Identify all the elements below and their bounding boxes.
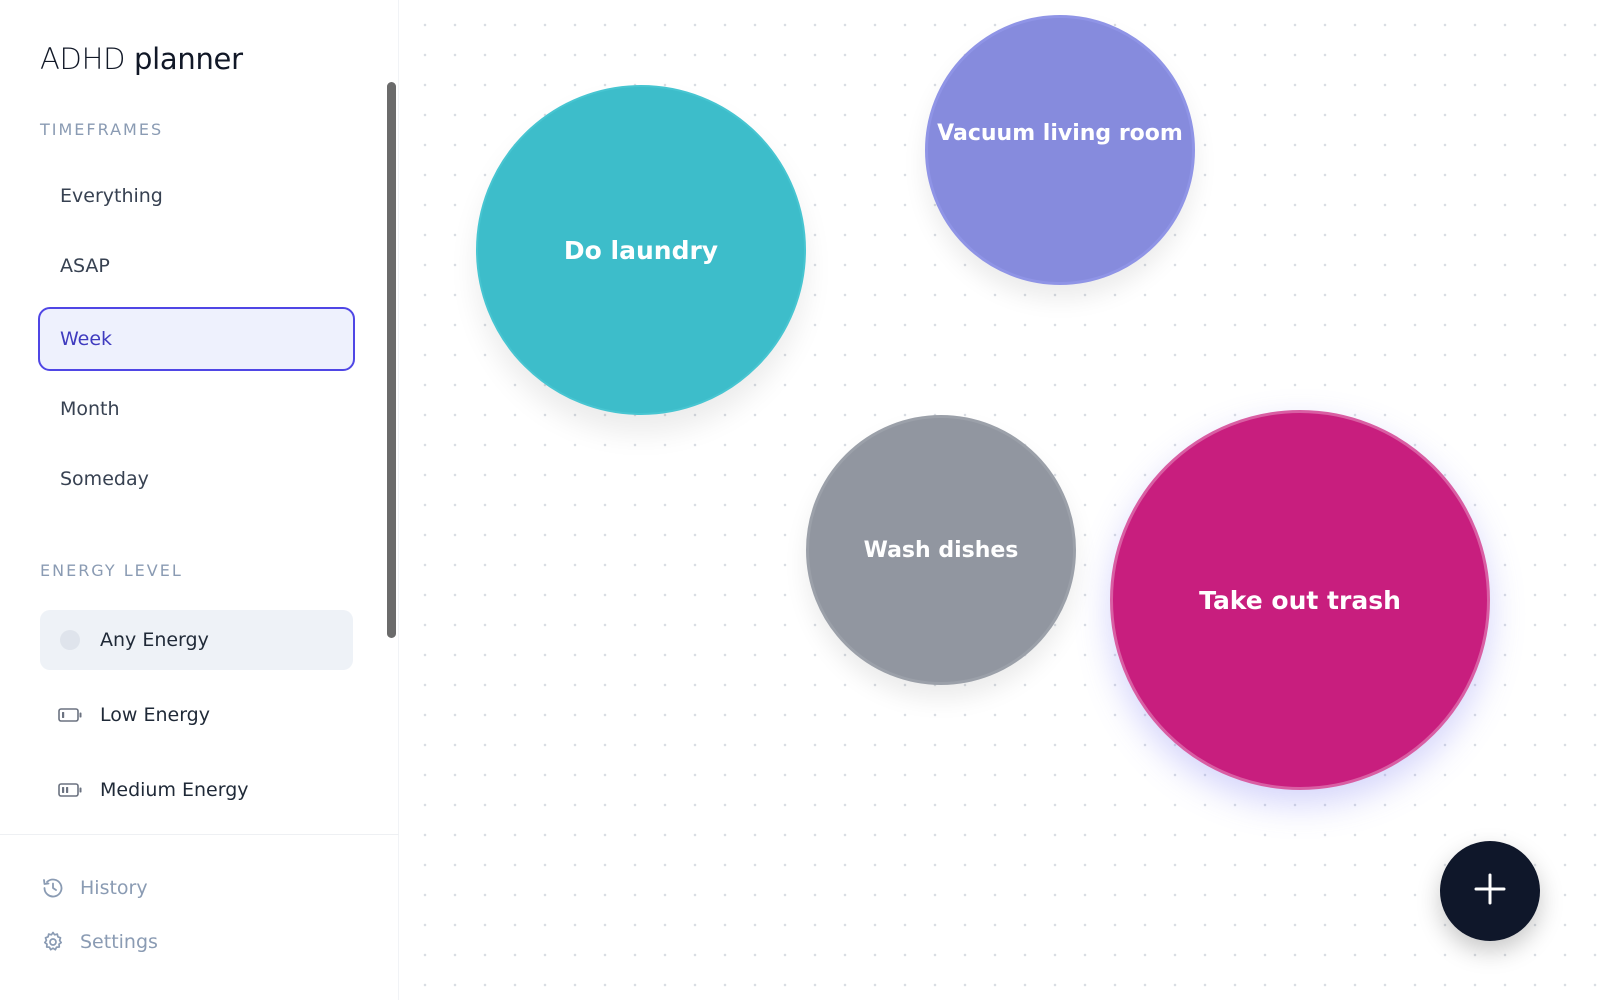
sidebar-scrollbar[interactable] — [387, 82, 396, 638]
app-title: ADHD planner — [40, 42, 243, 76]
task-bubble-take-out-trash[interactable]: Take out trash — [1110, 410, 1490, 790]
energy-any[interactable]: Any Energy — [40, 610, 353, 670]
timeframe-month[interactable]: Month — [38, 377, 355, 441]
energy-label: Low Energy — [100, 704, 210, 726]
history-label: History — [80, 877, 148, 899]
plus-icon — [1472, 871, 1508, 911]
timeframe-everything[interactable]: Everything — [38, 164, 355, 228]
app-title-part2: planner — [134, 42, 243, 76]
task-label: Take out trash — [1199, 585, 1401, 615]
task-label: Do laundry — [563, 235, 719, 265]
timeframe-someday[interactable]: Someday — [38, 447, 355, 511]
task-bubble-vacuum-living-room[interactable]: Vacuum living room — [925, 15, 1195, 285]
task-canvas: Do laundry Vacuum living room Wash dishe… — [400, 0, 1600, 1000]
settings-label: Settings — [80, 931, 158, 953]
energy-label: Any Energy — [100, 629, 209, 651]
timeframe-label: ASAP — [60, 255, 110, 277]
circle-dot-icon — [58, 628, 82, 652]
app-root: ADHD planner TIMEFRAMES Everything ASAP … — [0, 0, 1600, 1000]
task-bubble-wash-dishes[interactable]: Wash dishes — [806, 415, 1076, 685]
timeframe-asap[interactable]: ASAP — [38, 234, 355, 298]
settings-link[interactable]: Settings — [40, 929, 158, 955]
task-label: Vacuum living room — [937, 121, 1183, 146]
history-icon — [40, 875, 66, 901]
gear-icon — [40, 929, 66, 955]
energy-medium[interactable]: Medium Energy — [40, 760, 353, 820]
timeframe-label: Week — [60, 328, 113, 350]
task-label: Wash dishes — [863, 537, 1019, 563]
timeframe-week[interactable]: Week — [38, 307, 355, 371]
battery-medium-icon — [58, 778, 82, 802]
app-title-part1: ADHD — [40, 42, 126, 76]
battery-low-icon — [58, 703, 82, 727]
energy-low[interactable]: Low Energy — [40, 685, 353, 745]
history-link[interactable]: History — [40, 875, 148, 901]
sidebar-footer: History Settings — [0, 834, 399, 1000]
add-task-button[interactable] — [1440, 841, 1540, 941]
task-bubble-do-laundry[interactable]: Do laundry — [476, 85, 806, 415]
timeframe-label: Month — [60, 398, 120, 420]
energy-level-heading: ENERGY LEVEL — [40, 561, 183, 580]
energy-label: Medium Energy — [100, 779, 249, 801]
sidebar: ADHD planner TIMEFRAMES Everything ASAP … — [0, 0, 399, 1000]
timeframe-label: Someday — [60, 468, 149, 490]
timeframe-label: Everything — [60, 185, 163, 207]
timeframes-heading: TIMEFRAMES — [40, 120, 164, 139]
